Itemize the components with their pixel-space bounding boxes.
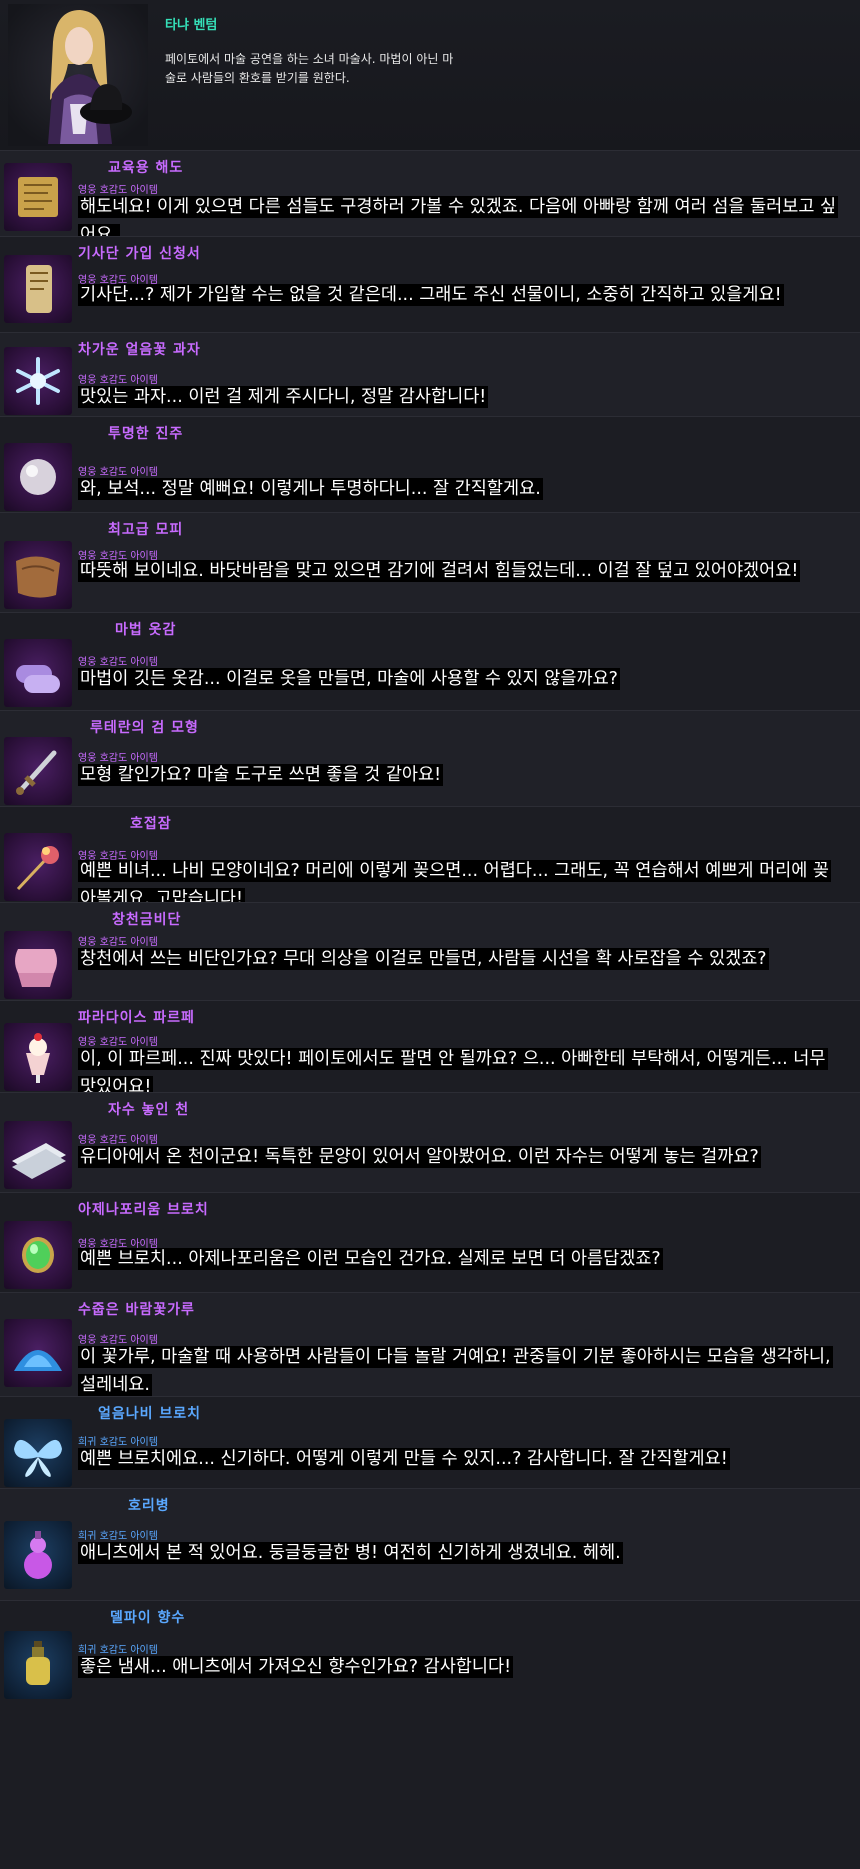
blue-powder-icon xyxy=(4,1319,72,1387)
gift-row: 아제나포리움 브로치 영웅 호감도 아이템 예쁜 브로치... 아제나포리움은 이런… xyxy=(0,1192,860,1293)
gift-reaction-text: 모형 칼인가요? 마술 도구로 쓰면 좋을 것 같아요! xyxy=(78,764,444,786)
gift-reaction-text: 애니츠에서 본 적 있어요. 둥글둥글한 병! 여전히 신기하게 생겼네요. 헤… xyxy=(78,1542,623,1564)
butterfly-icon xyxy=(4,1419,72,1487)
gift-item-name: 얼음나비 브로치 xyxy=(98,1406,202,1422)
gift-row: 파라다이스 파르페 영웅 호감도 아이템 이, 이 파르페... 진짜 맛있다! 페… xyxy=(0,1000,860,1098)
gift-reaction-quote: 따뜻해 보이네요. 바닷바람을 맞고 있으면 감기에 걸려서 힘들었는데... … xyxy=(78,557,838,585)
gift-reaction-quote: 맛있는 과자... 이런 걸 제게 주시다니, 정말 감사합니다! xyxy=(78,383,838,411)
folded-cloth-icon xyxy=(4,1121,72,1189)
gift-reaction-text: 유디아에서 온 천이군요! 독특한 문양이 있어서 알아봤어요. 이런 자수는 … xyxy=(78,1146,761,1168)
gift-reaction-quote: 유디아에서 온 천이군요! 독특한 문양이 있어서 알아봤어요. 이런 자수는 … xyxy=(78,1143,838,1171)
gift-row: 창천금비단 영웅 호감도 아이템 창천에서 쓰는 비단인가요? 무대 의상을 이걸로… xyxy=(0,902,860,1001)
gift-reaction-text: 예쁜 브로치에요... 신기하다. 어떻게 이렇게 만들 수 있지...? 감사… xyxy=(78,1448,730,1470)
gift-reaction-quote: 예쁜 브로치... 아제나포리움은 이런 모습인 건가요. 실제로 보면 더 아… xyxy=(78,1245,838,1273)
gift-item-name: 차가운 얼음꽃 과자 xyxy=(78,342,201,358)
gift-row: 델파이 향수 희귀 호감도 아이템 좋은 냄새... 애니츠에서 가져오신 향수인가… xyxy=(0,1600,860,1869)
character-portrait xyxy=(8,4,148,146)
silk-icon xyxy=(4,931,72,999)
gift-reaction-quote: 마법이 깃든 옷감... 이걸로 옷을 만들면, 마술에 사용할 수 있지 않을… xyxy=(78,665,838,693)
gift-item-name: 마법 옷감 xyxy=(115,622,177,638)
gift-reaction-quote: 좋은 냄새... 애니츠에서 가져오신 향수인가요? 감사합니다! xyxy=(78,1653,838,1681)
gift-reaction-text: 따뜻해 보이네요. 바닷바람을 맞고 있으면 감기에 걸려서 힘들었는데... … xyxy=(78,560,801,582)
gift-row: 자수 놓인 천 영웅 호감도 아이템 유디아에서 온 천이군요! 독특한 문양이 있… xyxy=(0,1092,860,1193)
favorability-gift-list-page: 타냐 벤텀 페이토에서 마술 공연을 하는 소녀 마술사. 마법이 아닌 마술로… xyxy=(0,0,860,1869)
gift-item-name: 교육용 해도 xyxy=(108,160,184,176)
gift-item-name: 호접잠 xyxy=(130,816,172,832)
gift-reaction-quote: 와, 보석... 정말 예뻐요! 이렇게나 투명하다니... 잘 간직할게요. xyxy=(78,475,838,503)
perfume-icon xyxy=(4,1631,72,1699)
gift-reaction-text: 이, 이 파르페... 진짜 맛있다! 페이토에서도 팔면 안 될까요? 으..… xyxy=(78,1048,828,1098)
gift-reaction-text: 와, 보석... 정말 예뻐요! 이렇게나 투명하다니... 잘 간직할게요. xyxy=(78,478,543,500)
gift-item-name: 델파이 향수 xyxy=(110,1610,186,1626)
gift-row: 호리병 희귀 호감도 아이템 애니츠에서 본 적 있어요. 둥글둥글한 병! 여전히… xyxy=(0,1488,860,1601)
character-name: 타냐 벤텀 xyxy=(165,18,218,33)
green-gem-brooch-icon xyxy=(4,1221,72,1289)
gift-item-name: 창천금비단 xyxy=(112,912,182,928)
gift-item-name: 최고급 모피 xyxy=(108,522,184,538)
gift-item-name: 투명한 진주 xyxy=(108,426,184,442)
ice-flower-icon xyxy=(4,347,72,415)
gift-row: 호접잠 영웅 호감도 아이템 예쁜 비녀... 나비 모양이네요? 머리에 이렇게 … xyxy=(0,806,860,910)
parfait-icon xyxy=(4,1023,72,1091)
gift-item-name: 기사단 가입 신청서 xyxy=(78,246,201,262)
hairpin-icon xyxy=(4,833,72,901)
gift-reaction-quote: 애니츠에서 본 적 있어요. 둥글둥글한 병! 여전히 신기하게 생겼네요. 헤… xyxy=(78,1539,838,1567)
gift-row: 마법 옷감 영웅 호감도 아이템 마법이 깃든 옷감... 이걸로 옷을 만들면, … xyxy=(0,612,860,711)
gift-row: 차가운 얼음꽃 과자 영웅 호감도 아이템 맛있는 과자... 이런 걸 제게 주시… xyxy=(0,332,860,417)
pearl-icon xyxy=(4,443,72,511)
gift-item-name: 수줍은 바람꽃가루 xyxy=(78,1302,195,1318)
gift-reaction-text: 예쁜 브로치... 아제나포리움은 이런 모습인 건가요. 실제로 보면 더 아… xyxy=(78,1248,663,1270)
fur-icon xyxy=(4,541,72,609)
gift-item-name: 파라다이스 파르페 xyxy=(78,1010,195,1026)
gift-reaction-quote: 예쁜 브로치에요... 신기하다. 어떻게 이렇게 만들 수 있지...? 감사… xyxy=(78,1445,838,1473)
gift-reaction-quote: 이 꽃가루, 마술할 때 사용하면 사람들이 다들 놀랄 거예요! 관중들이 기… xyxy=(78,1343,838,1399)
map-scroll-icon xyxy=(4,163,72,231)
gift-row: 최고급 모피 영웅 호감도 아이템 따뜻해 보이네요. 바닷바람을 맞고 있으면 감… xyxy=(0,512,860,613)
gift-reaction-text: 좋은 냄새... 애니츠에서 가져오신 향수인가요? 감사합니다! xyxy=(78,1656,514,1678)
gift-reaction-text: 이 꽃가루, 마술할 때 사용하면 사람들이 다들 놀랄 거예요! 관중들이 기… xyxy=(78,1346,833,1396)
character-description: 페이토에서 마술 공연을 하는 소녀 마술사. 마법이 아닌 마술로 사람들의 … xyxy=(165,52,454,85)
character-header: 타냐 벤텀 페이토에서 마술 공연을 하는 소녀 마술사. 마법이 아닌 마술로… xyxy=(0,0,860,151)
gift-reaction-text: 마법이 깃든 옷감... 이걸로 옷을 만들면, 마술에 사용할 수 있지 않을… xyxy=(78,668,620,690)
gift-row: 얼음나비 브로치 희귀 호감도 아이템 예쁜 브로치에요... 신기하다. 어떻게 … xyxy=(0,1396,860,1489)
gift-reaction-quote: 기사단...? 제가 가입할 수는 없을 것 같은데... 그래도 주신 선물이… xyxy=(78,281,838,309)
gift-reaction-text: 기사단...? 제가 가입할 수는 없을 것 같은데... 그래도 주신 선물이… xyxy=(78,284,784,306)
gift-item-name: 아제나포리움 브로치 xyxy=(78,1202,209,1218)
gift-row: 투명한 진주 영웅 호감도 아이템 와, 보석... 정말 예뻐요! 이렇게나 투명… xyxy=(0,416,860,513)
gourd-bottle-icon xyxy=(4,1521,72,1589)
scroll-icon xyxy=(4,255,72,323)
gift-reaction-quote: 창천에서 쓰는 비단인가요? 무대 의상을 이걸로 만들면, 사람들 시선을 확… xyxy=(78,945,838,973)
gift-item-name: 호리병 xyxy=(128,1498,170,1514)
gift-row: 교육용 해도 영웅 호감도 아이템 해도네요! 이게 있으면 다른 섬들도 구경하러… xyxy=(0,150,860,246)
gift-row: 수줍은 바람꽃가루 영웅 호감도 아이템 이 꽃가루, 마술할 때 사용하면 사람들… xyxy=(0,1292,860,1397)
gift-row: 기사단 가입 신청서 영웅 호감도 아이템 기사단...? 제가 가입할 수는 없을… xyxy=(0,236,860,333)
gift-reaction-text: 맛있는 과자... 이런 걸 제게 주시다니, 정말 감사합니다! xyxy=(78,386,489,408)
sword-icon xyxy=(4,737,72,805)
gift-item-name: 루테란의 검 모형 xyxy=(90,720,199,736)
gift-row: 루테란의 검 모형 영웅 호감도 아이템 모형 칼인가요? 마술 도구로 쓰면 좋을… xyxy=(0,710,860,807)
cloth-roll-icon xyxy=(4,639,72,707)
gift-reaction-text: 창천에서 쓰는 비단인가요? 무대 의상을 이걸로 만들면, 사람들 시선을 확… xyxy=(78,948,769,970)
gift-reaction-quote: 모형 칼인가요? 마술 도구로 쓰면 좋을 것 같아요! xyxy=(78,761,838,789)
gift-item-name: 자수 놓인 천 xyxy=(108,1102,190,1118)
